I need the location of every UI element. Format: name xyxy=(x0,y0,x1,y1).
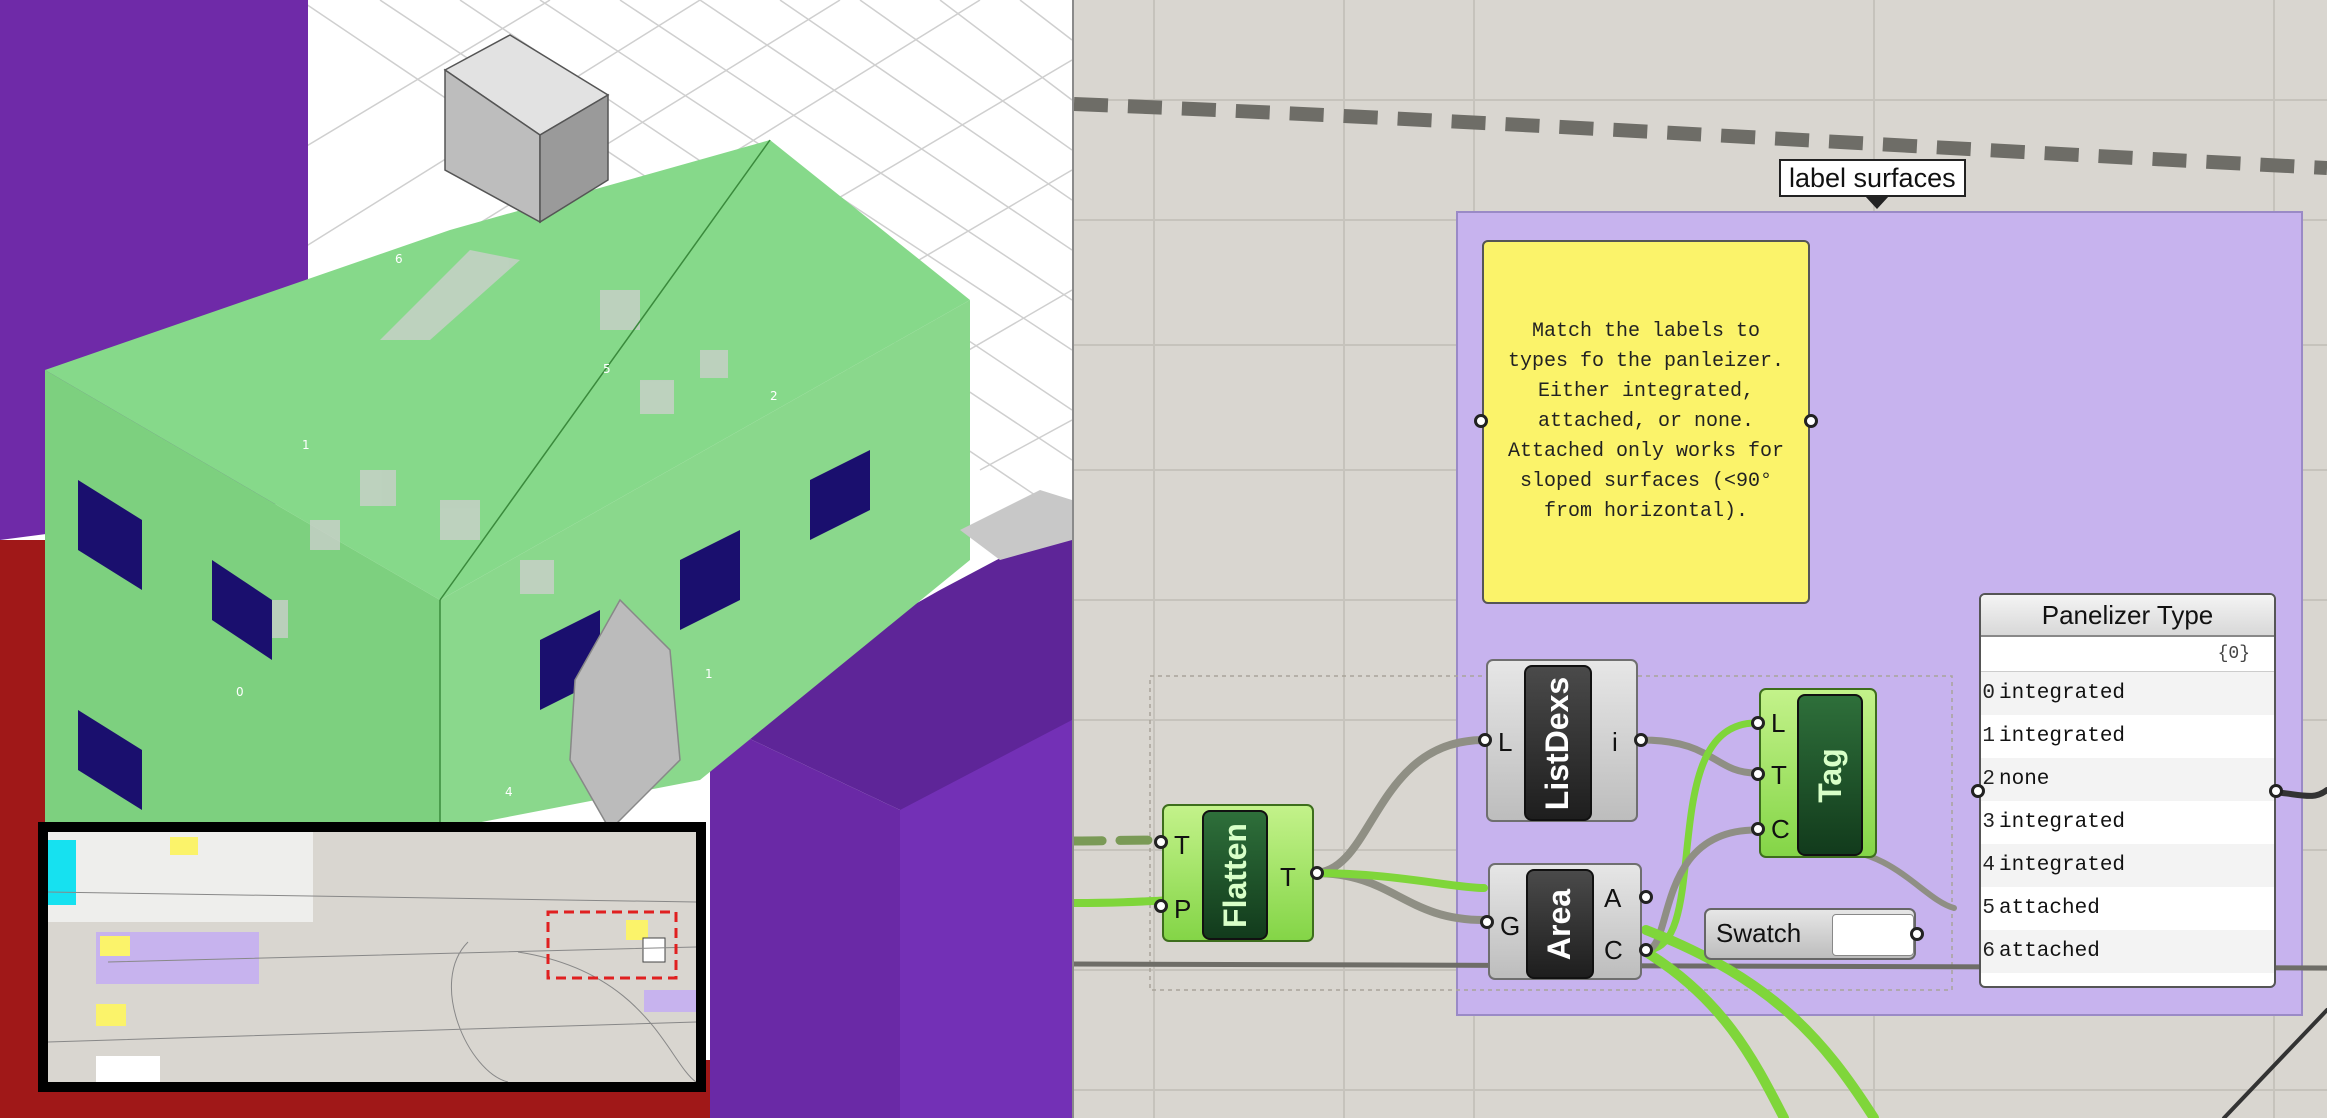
tag-input-t[interactable]: T xyxy=(1771,760,1787,791)
tag-input-c[interactable]: C xyxy=(1771,814,1790,845)
row-index: 3 xyxy=(1982,811,1995,834)
row-value: integrated xyxy=(1999,854,2126,877)
row-index: 4 xyxy=(1982,854,1995,877)
row-index: 0 xyxy=(1982,682,1995,705)
panel-row: 6 attached xyxy=(1981,930,2274,973)
panel-row: 4 integrated xyxy=(1981,844,2274,887)
row-value: integrated xyxy=(1999,682,2126,705)
area-input-g[interactable]: G xyxy=(1500,911,1520,942)
area-grip-c[interactable] xyxy=(1639,943,1653,957)
area-grip-a[interactable] xyxy=(1639,890,1653,904)
swatch-color-box[interactable] xyxy=(1832,914,1914,956)
listdexs-body: ListDexs xyxy=(1524,665,1592,821)
listdexs-grip-l[interactable] xyxy=(1478,733,1492,747)
face-label: 1 xyxy=(705,667,713,681)
area-output-c[interactable]: C xyxy=(1604,935,1623,966)
wire xyxy=(2222,1008,2327,1118)
face-label: 5 xyxy=(603,362,611,376)
note-input-grip[interactable] xyxy=(1474,414,1488,428)
panel-grip-in[interactable] xyxy=(1971,784,1985,798)
flatten-input-t[interactable]: T xyxy=(1174,830,1190,861)
panelizer-type-panel[interactable]: Panelizer Type {0} 0 integrated 1 integrat… xyxy=(1979,593,2276,988)
tag-input-l[interactable]: L xyxy=(1771,708,1785,739)
area-grip-g[interactable] xyxy=(1480,915,1494,929)
listdexs-name: ListDexs xyxy=(1539,676,1576,810)
panel-grip-out[interactable] xyxy=(2269,784,2283,798)
flatten-grip-t[interactable] xyxy=(1154,835,1168,849)
flatten-body: Flatten xyxy=(1202,810,1268,940)
note-output-grip[interactable] xyxy=(1804,414,1818,428)
row-index: 6 xyxy=(1982,940,1995,963)
face-label: 4 xyxy=(505,785,513,799)
row-value: none xyxy=(1999,768,2050,791)
panel-row: 2 none xyxy=(1981,758,2274,801)
note-text: Match the labels to types fo the panleiz… xyxy=(1507,320,1785,523)
group-title[interactable]: label surfaces xyxy=(1779,159,1966,209)
listdexs-grip-i[interactable] xyxy=(1634,733,1648,747)
flatten-output-t[interactable]: T xyxy=(1280,862,1296,893)
tag-body: Tag xyxy=(1797,694,1863,856)
flatten-input-p[interactable]: P xyxy=(1174,894,1191,925)
flatten-grip-p[interactable] xyxy=(1154,899,1168,913)
area-component[interactable]: G Area A C xyxy=(1488,863,1642,980)
flatten-grip-out[interactable] xyxy=(1310,866,1324,880)
rhino-viewport[interactable]: 6 5 2 1 0 1 4 xyxy=(0,0,1072,1118)
minimap-content xyxy=(48,832,696,1082)
row-value: attached xyxy=(1999,940,2100,963)
face-label: 6 xyxy=(395,252,403,266)
face-label: 1 xyxy=(302,438,310,452)
row-value: integrated xyxy=(1999,811,2126,834)
dashed-wire xyxy=(1074,97,2327,175)
panel-rows: 0 integrated 1 integrated 2 none 3 integrate… xyxy=(1981,672,2274,973)
row-index: 1 xyxy=(1982,725,1995,748)
area-name: Area xyxy=(1541,888,1578,960)
swatch-component[interactable]: Swatch xyxy=(1704,908,1916,960)
tag-grip-c[interactable] xyxy=(1751,822,1765,836)
area-body: Area xyxy=(1526,869,1594,979)
panel-row: 3 integrated xyxy=(1981,801,2274,844)
row-index: 5 xyxy=(1982,897,1995,920)
row-value: attached xyxy=(1999,897,2100,920)
canvas-minimap[interactable] xyxy=(38,822,706,1092)
face-label: 0 xyxy=(236,685,244,699)
flatten-name: Flatten xyxy=(1216,822,1253,928)
area-output-a[interactable]: A xyxy=(1604,883,1621,914)
swatch-grip-out[interactable] xyxy=(1910,927,1924,941)
face-label: 2 xyxy=(770,389,778,403)
scribble-note[interactable]: Match the labels to types fo the panleiz… xyxy=(1482,240,1810,604)
tag-component[interactable]: L T C Tag xyxy=(1759,688,1877,858)
flatten-component[interactable]: T P Flatten T xyxy=(1162,804,1314,942)
swatch-label: Swatch xyxy=(1716,918,1802,948)
panel-row: 5 attached xyxy=(1981,887,2274,930)
row-value: integrated xyxy=(1999,725,2126,748)
listdexs-output-i[interactable]: i xyxy=(1612,727,1618,758)
tag-name: Tag xyxy=(1811,747,1848,803)
listdexs-component[interactable]: L ListDexs i xyxy=(1486,659,1638,822)
tag-grip-t[interactable] xyxy=(1751,767,1765,781)
panel-row: 0 integrated xyxy=(1981,672,2274,715)
panel-title: Panelizer Type xyxy=(1981,595,2274,637)
panel-data-path: {0} xyxy=(1981,637,2274,672)
listdexs-input-l[interactable]: L xyxy=(1498,727,1512,758)
panel-row: 1 integrated xyxy=(1981,715,2274,758)
grasshopper-canvas[interactable]: label surfaces Match the labels to types… xyxy=(1074,0,2327,1118)
tag-grip-l[interactable] xyxy=(1751,716,1765,730)
